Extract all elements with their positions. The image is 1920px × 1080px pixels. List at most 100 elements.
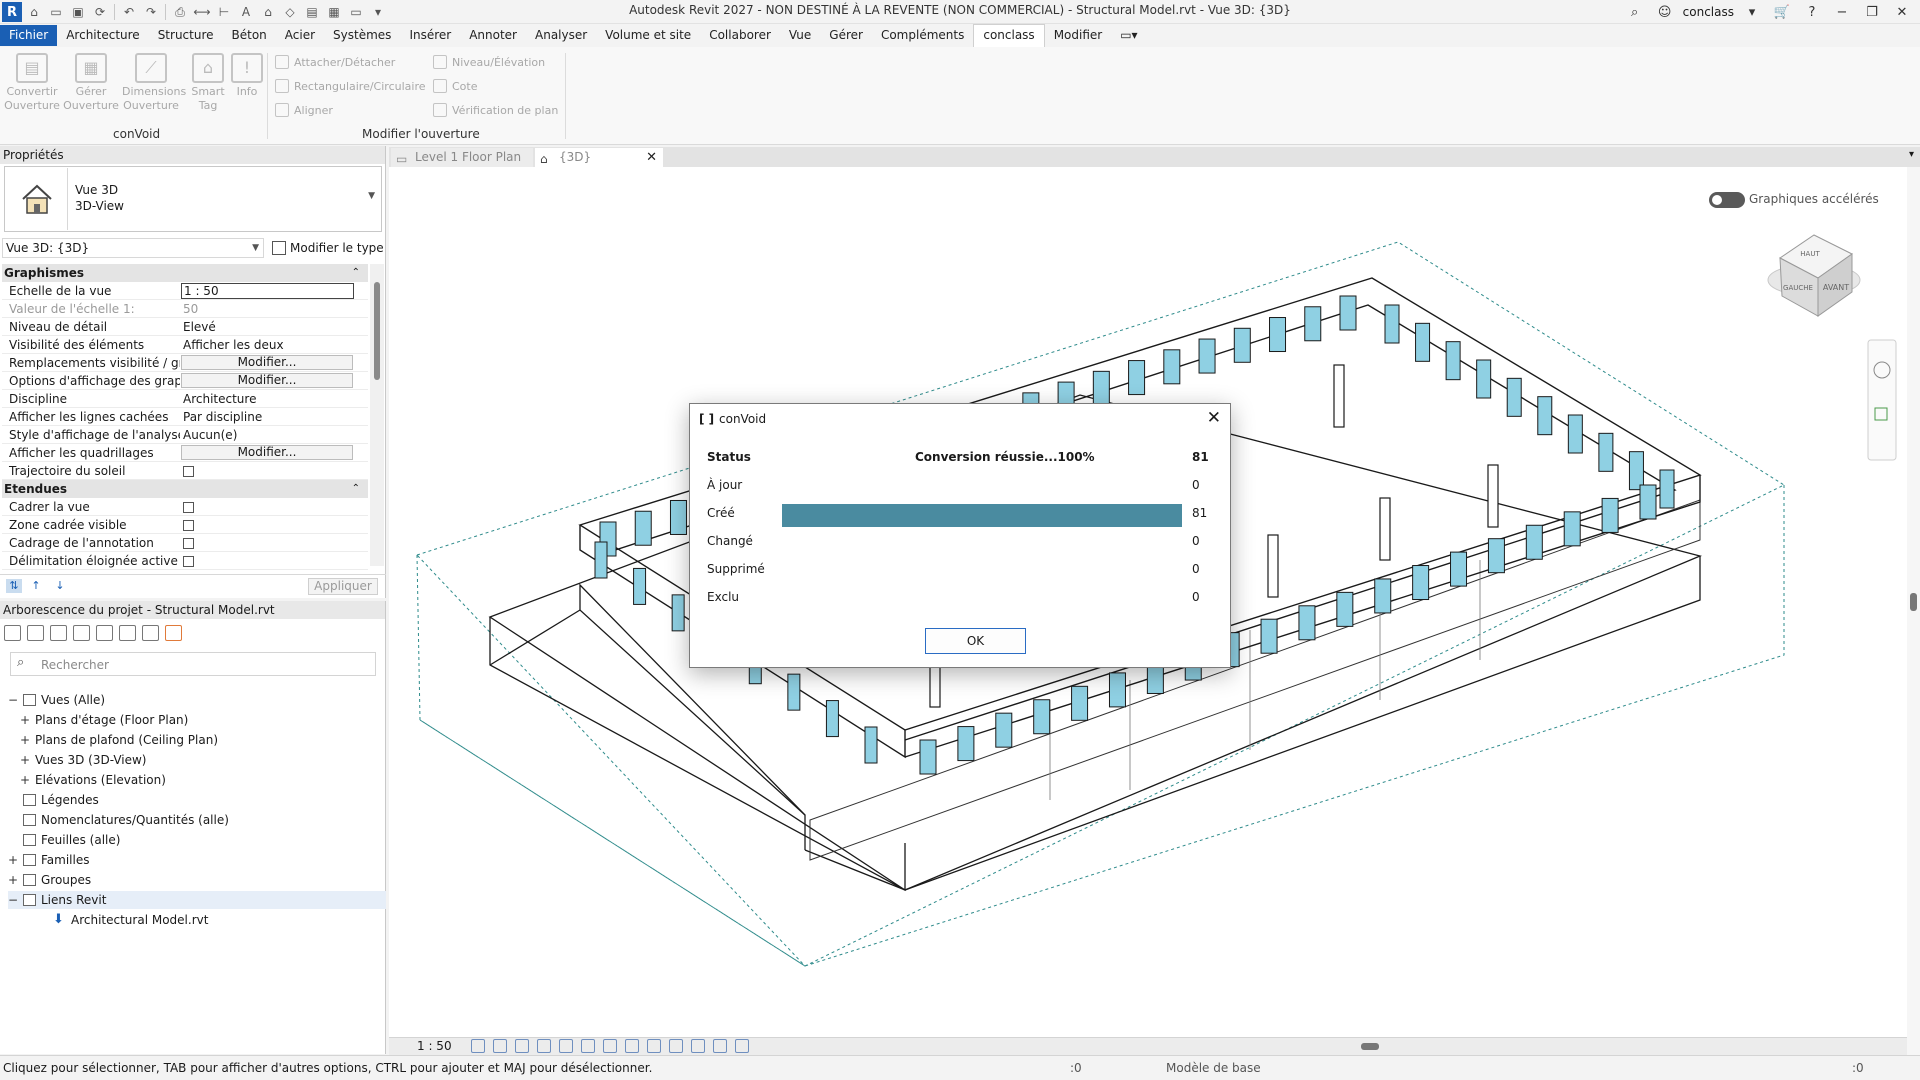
lock-view-icon[interactable] [625,1039,639,1053]
cart-icon[interactable]: 🛒 [1770,1,1794,23]
checkbox[interactable] [183,538,194,549]
edit-type-button[interactable]: Modifier le type [272,238,384,258]
text-icon[interactable]: A [236,2,256,22]
redo-icon[interactable]: ↷ [141,2,161,22]
properties-scrollbar[interactable] [370,264,384,566]
browser-item[interactable]: − Vues (Alle) [8,691,105,709]
section-icon[interactable]: ◇ [280,2,300,22]
property-value[interactable]: Modifier... [180,354,368,371]
collapse-icon[interactable]: ⌃ [352,480,360,498]
browser-item[interactable]: ⬇ Architectural Model.rvt [38,911,208,929]
instance-selector[interactable]: Vue 3D: {3D} ▼ [2,238,264,258]
tab-menu-icon[interactable]: ▾ [1909,149,1914,160]
ribbon-tab-compl-ments[interactable]: Compléments [872,25,973,46]
floor-plans-icon[interactable] [27,625,44,641]
checkbox[interactable] [183,466,194,477]
property-value[interactable]: Modifier... [180,444,368,461]
ribbon-tab-syst-mes[interactable]: Systèmes [324,25,400,46]
help-button[interactable]: ? [1800,1,1824,23]
views-filter-icon[interactable] [4,625,21,641]
temp-hide-icon[interactable] [647,1039,661,1053]
expand-icon[interactable]: + [20,751,30,769]
links-icon[interactable] [165,625,182,641]
ribbon-tab-architecture[interactable]: Architecture [57,25,148,46]
edit-button[interactable]: Modifier... [181,373,353,388]
visual-style-icon[interactable] [493,1039,507,1053]
collapse-icon[interactable]: ⌃ [352,264,360,282]
property-value[interactable] [180,552,368,569]
view-scale[interactable]: 1 : 50 [417,1039,452,1053]
ribbon-tab-fichier[interactable]: Fichier [0,25,58,46]
contextual-menu-icon[interactable]: ▭▾ [1111,25,1146,46]
property-value[interactable]: Modifier... [180,372,368,389]
filter-count[interactable]: :0 [1852,1061,1864,1075]
save-icon[interactable]: ▣ [68,2,88,22]
viewcube[interactable]: HAUT GAUCHE AVANT [1767,234,1861,317]
close-icon[interactable]: ✕ [1207,408,1221,428]
ribbon-tab-acier[interactable]: Acier [276,25,324,46]
navigation-bar[interactable] [1867,339,1897,461]
ribbon-tab-annoter[interactable]: Annoter [460,25,526,46]
groups-icon[interactable] [142,625,159,641]
close-tab-icon[interactable]: ✕ [646,148,657,167]
ribbon-tab-b-ton[interactable]: Béton [223,25,276,46]
browser-item[interactable]: + Elévations (Elevation) [20,771,166,789]
dimension-icon[interactable]: ⊢ [214,2,234,22]
property-value[interactable] [180,516,368,533]
shadows-icon[interactable] [537,1039,551,1053]
search-icon[interactable]: ⌕ [1623,1,1647,23]
manage-opening-button[interactable]: ▦ Gérer Ouverture [62,53,120,113]
checkbox[interactable] [183,556,194,567]
close-hidden-icon[interactable]: ▦ [324,2,344,22]
attach-detach-button[interactable]: Attacher/Détacher [275,55,395,69]
checkbox[interactable] [183,502,194,513]
property-group[interactable]: Etendues ⌃ [2,480,368,498]
expand-icon[interactable]: + [20,771,30,789]
minimize-icon[interactable]: − [1830,1,1854,23]
switch-windows-icon[interactable]: ▭ [346,2,366,22]
print-icon[interactable]: ⎙ [170,2,190,22]
3d-view-icon[interactable]: ⌂ [258,2,278,22]
user-name[interactable]: conclass [1683,5,1734,19]
rect-circ-button[interactable]: Rectangulaire/Circulaire [275,79,426,93]
ribbon-tab-analyser[interactable]: Analyser [526,25,596,46]
checkbox[interactable] [183,520,194,531]
families-icon[interactable] [96,625,113,641]
undo-icon[interactable]: ↶ [119,2,139,22]
property-value[interactable] [180,498,368,515]
property-value[interactable] [180,534,368,551]
home-icon[interactable]: ⌂ [24,2,44,22]
ribbon-tab-volume-et-site[interactable]: Volume et site [596,25,700,46]
detail-level-icon[interactable] [471,1039,485,1053]
viewcube-top[interactable]: HAUT [1800,250,1820,258]
ok-button[interactable]: OK [925,628,1026,654]
align-button[interactable]: Aligner [275,103,333,117]
property-value[interactable]: 1 : 50 [180,282,368,299]
edit-button[interactable]: Modifier... [181,355,353,370]
ribbon-tab-modifier[interactable]: Modifier [1045,25,1112,46]
browser-item[interactable]: + Familles [8,851,89,869]
browser-item[interactable]: Feuilles (alle) [8,831,120,849]
level-elevation-button[interactable]: Niveau/Élévation [433,55,545,69]
apply-button[interactable]: Appliquer [308,578,378,595]
dimension-opening-button[interactable]: ⟋ Dimensions Ouverture [122,53,186,113]
restore-icon[interactable]: ❐ [1860,1,1884,23]
thin-lines-icon[interactable]: ▤ [302,2,322,22]
show-crop-icon[interactable] [603,1039,617,1053]
cote-button[interactable]: Cote [433,79,478,93]
expand-icon[interactable]: + [8,871,18,889]
rendering-icon[interactable] [559,1039,573,1053]
sort-category-icon[interactable]: ⇅ [6,579,22,593]
chevron-down-icon[interactable]: ▼ [368,191,375,201]
type-selector[interactable]: Vue 3D 3D-View ▼ [4,166,382,232]
browser-item[interactable]: + Plans d'étage (Floor Plan) [20,711,188,729]
sheets-icon[interactable] [119,625,136,641]
chevron-down-icon[interactable]: ▾ [1740,1,1764,23]
accelerated-graphics-toggle[interactable] [1709,192,1745,208]
info-button[interactable]: ! Info [227,53,267,99]
expand-icon[interactable]: + [8,851,18,869]
viewcube-front[interactable]: AVANT [1823,283,1849,292]
crop-view-icon[interactable] [581,1039,595,1053]
analytical-icon[interactable] [713,1039,727,1053]
browser-search-input[interactable]: ⌕ Rechercher [10,652,376,676]
